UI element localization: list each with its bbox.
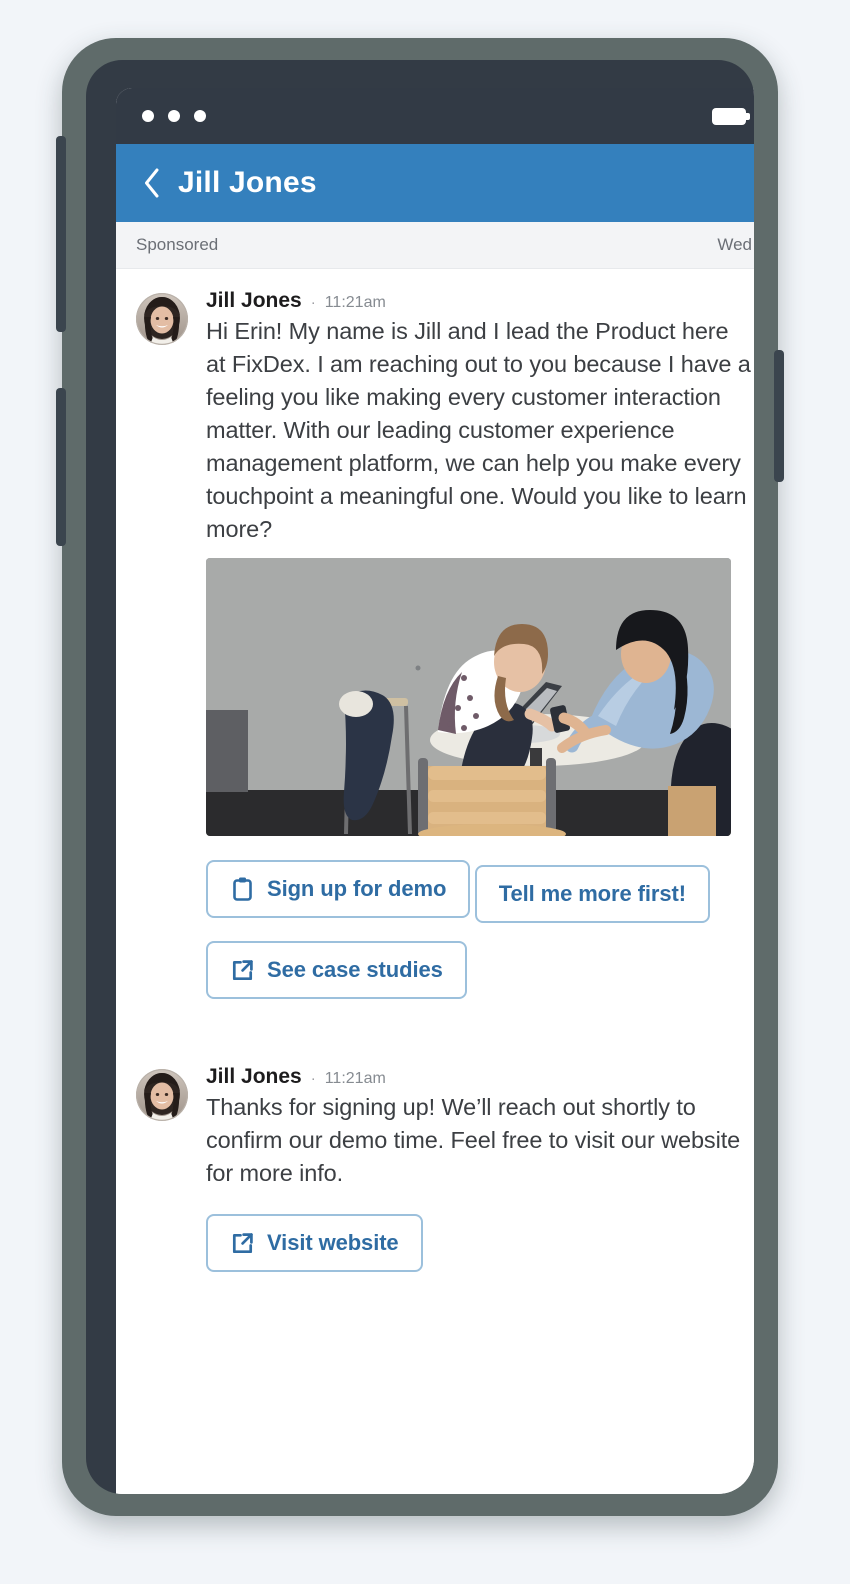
back-chevron-icon[interactable] bbox=[138, 166, 164, 200]
message-body: Jill Jones · 11:21am Hi Erin! My name is… bbox=[206, 289, 752, 1017]
message-text: Thanks for signing up! We’ll reach out s… bbox=[206, 1094, 741, 1186]
external-link-icon bbox=[230, 957, 254, 983]
phone-screen: Jill Jones Sponsored Wed Jill Jones · 11… bbox=[116, 88, 754, 1494]
volume-up-button[interactable] bbox=[56, 136, 66, 332]
power-button[interactable] bbox=[774, 350, 784, 482]
message-actions: Sign up for demo Tell me more first! See… bbox=[206, 860, 752, 1017]
app-header: Jill Jones bbox=[116, 144, 754, 222]
message-separator: · bbox=[310, 1070, 316, 1087]
tell-me-more-first-button[interactable]: Tell me more first! bbox=[474, 865, 710, 923]
sign-up-for-demo-button[interactable]: Sign up for demo bbox=[206, 860, 471, 918]
visit-website-button[interactable]: Visit website bbox=[206, 1214, 423, 1272]
clipboard-icon bbox=[230, 876, 254, 902]
battery-full-icon bbox=[712, 107, 750, 125]
volume-down-button[interactable] bbox=[56, 388, 66, 546]
avatar[interactable] bbox=[136, 293, 188, 345]
avatar[interactable] bbox=[136, 1069, 188, 1121]
message-timestamp: 11:21am bbox=[324, 294, 386, 311]
page-title: Jill Jones bbox=[178, 166, 317, 199]
message-header: Jill Jones · 11:21am bbox=[206, 1065, 752, 1089]
action-label: Visit website bbox=[267, 1230, 399, 1255]
external-link-icon bbox=[230, 1230, 254, 1256]
sponsored-bar: Sponsored Wed bbox=[116, 222, 754, 269]
message-author[interactable]: Jill Jones bbox=[206, 289, 302, 313]
status-bar bbox=[116, 88, 754, 144]
action-label: See case studies bbox=[267, 957, 443, 982]
three-dots-icon bbox=[142, 110, 206, 122]
message-attachment-image[interactable] bbox=[206, 558, 731, 836]
phone-bezel: Jill Jones Sponsored Wed Jill Jones · 11… bbox=[86, 60, 754, 1494]
action-label: Tell me more first! bbox=[498, 881, 686, 906]
action-label: Sign up for demo bbox=[267, 876, 447, 901]
sponsored-day-label: Wed bbox=[717, 235, 752, 254]
sponsored-label: Sponsored bbox=[136, 235, 219, 254]
message-timestamp: 11:21am bbox=[324, 1070, 386, 1087]
conversation-list: Jill Jones · 11:21am Hi Erin! My name is… bbox=[116, 269, 754, 1494]
message-header: Jill Jones · 11:21am bbox=[206, 289, 752, 313]
message-item: Jill Jones · 11:21am Thanks for signing … bbox=[116, 1065, 754, 1290]
message-body: Jill Jones · 11:21am Thanks for signing … bbox=[206, 1065, 752, 1290]
message-author[interactable]: Jill Jones bbox=[206, 1065, 302, 1089]
phone-device: Jill Jones Sponsored Wed Jill Jones · 11… bbox=[56, 38, 784, 1516]
see-case-studies-button[interactable]: See case studies bbox=[206, 941, 467, 999]
message-separator: · bbox=[310, 294, 316, 311]
message-item: Jill Jones · 11:21am Hi Erin! My name is… bbox=[116, 289, 754, 1017]
message-text: Hi Erin! My name is Jill and I lead the … bbox=[206, 318, 751, 542]
message-actions: Visit website bbox=[206, 1214, 752, 1290]
